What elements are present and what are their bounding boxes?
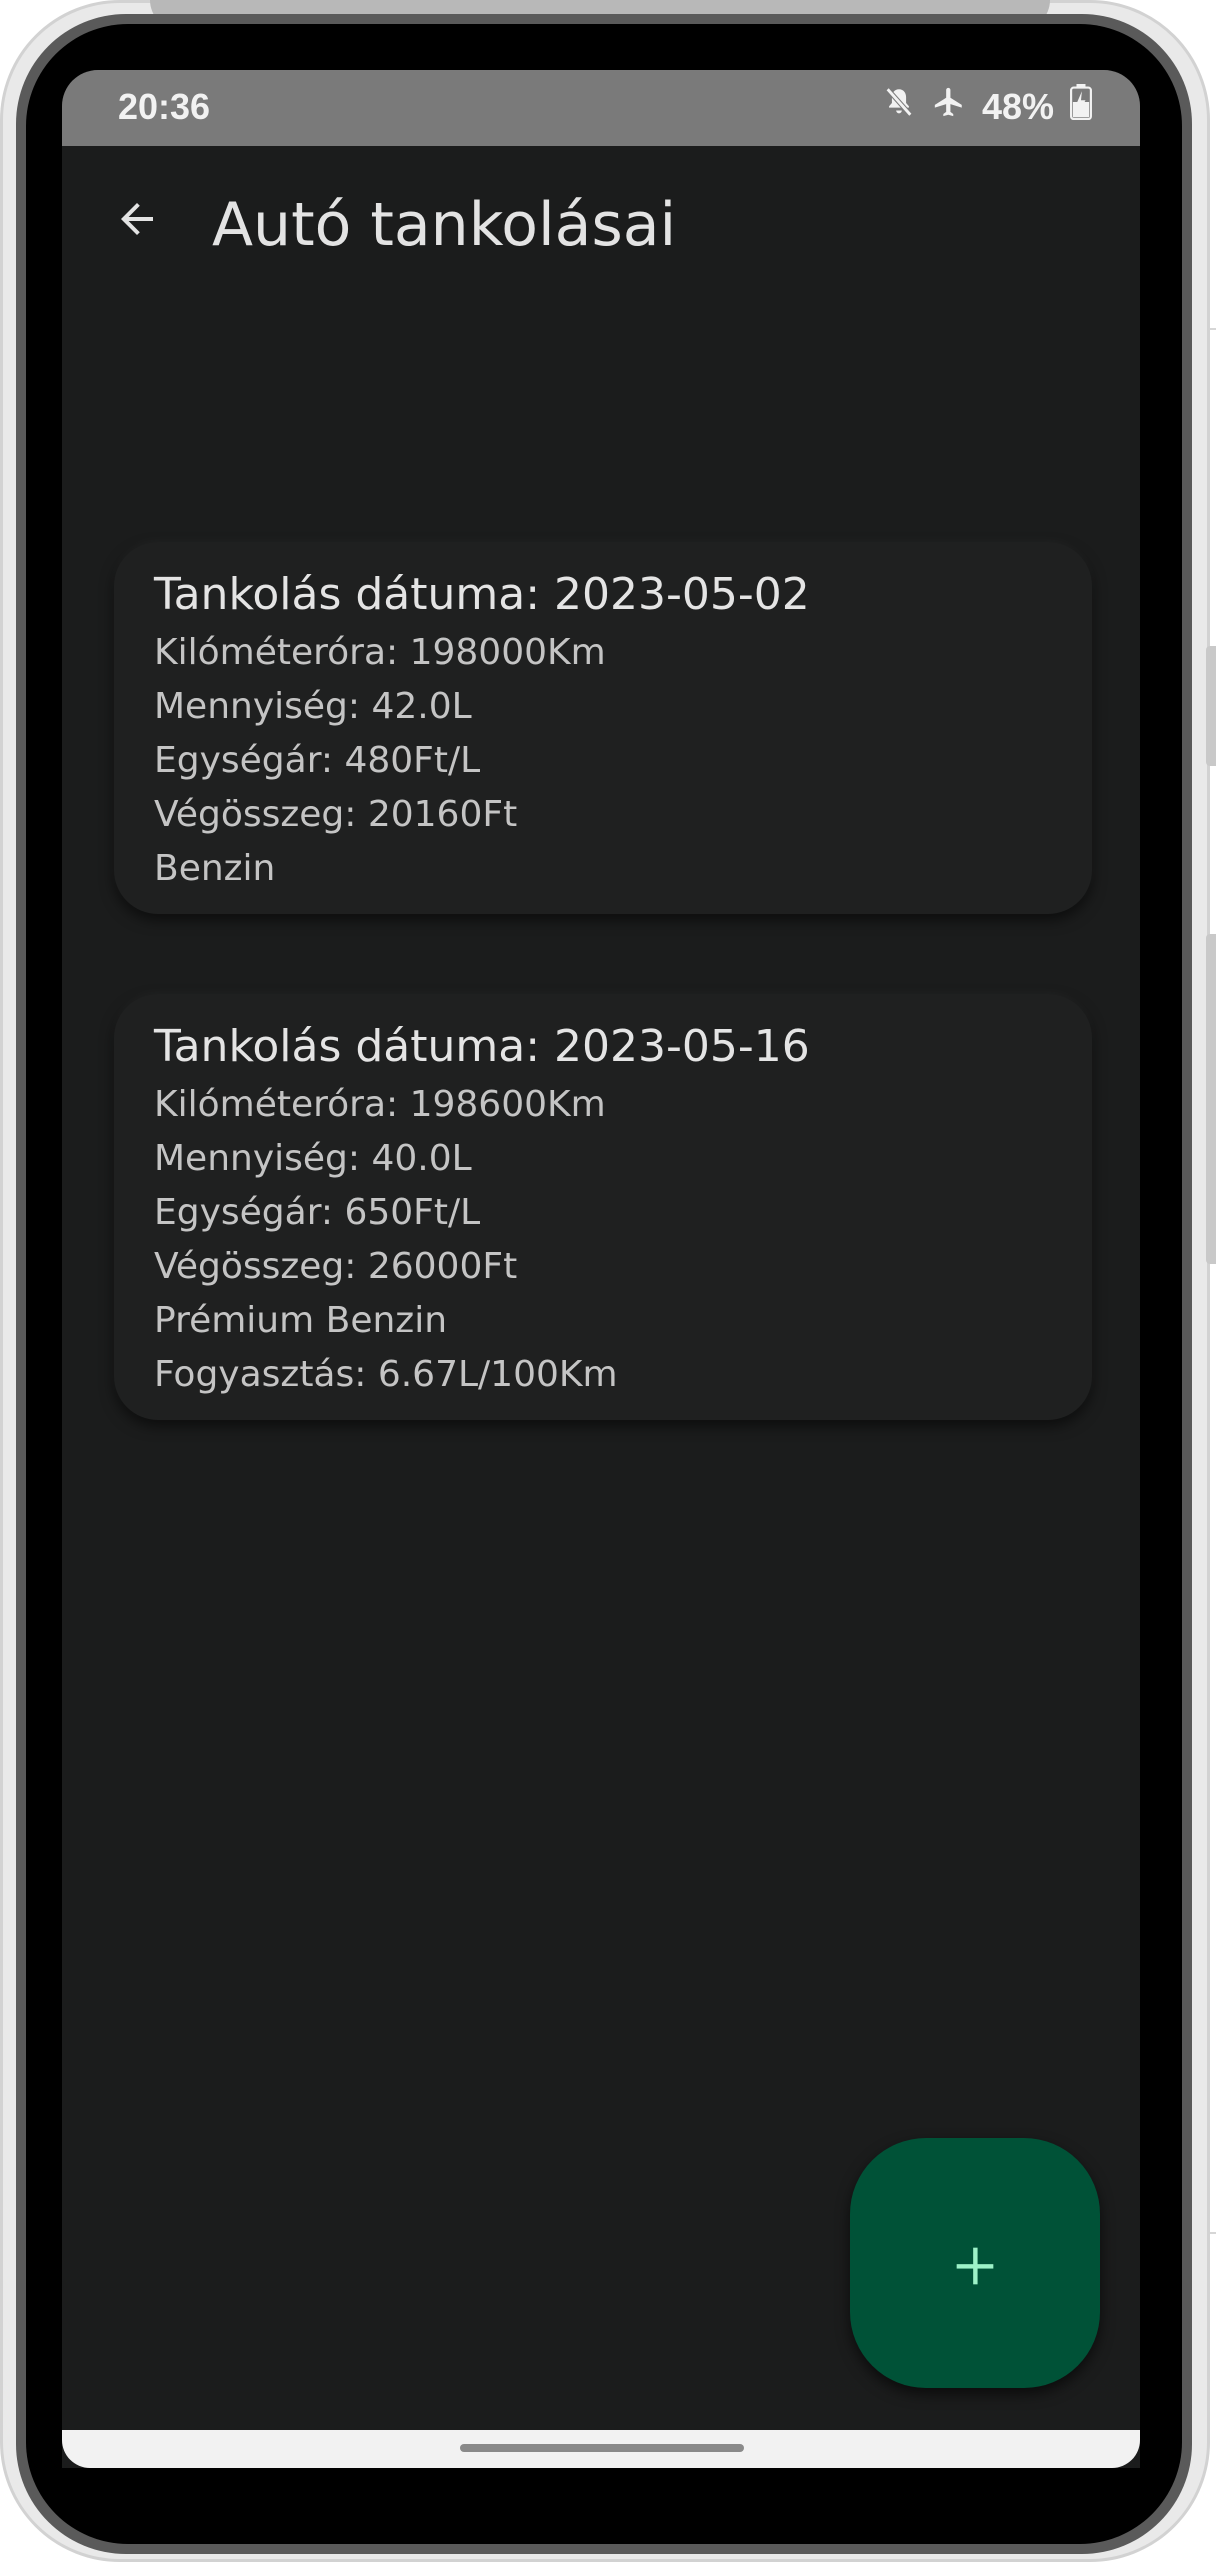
refuel-fuel-type: Benzin bbox=[154, 848, 276, 889]
airplane-icon bbox=[932, 85, 966, 128]
navigation-bar bbox=[62, 2430, 1140, 2468]
refuel-date: Tankolás dátuma: 2023-05-02 bbox=[154, 569, 810, 620]
phone-side-button bbox=[1206, 934, 1216, 1264]
refuel-card[interactable]: Tankolás dátuma: 2023-05-16 Kilóméteróra… bbox=[114, 994, 1092, 1420]
add-refuel-button[interactable] bbox=[850, 2138, 1100, 2388]
refuel-odometer: Kilóméteróra: 198600Km bbox=[154, 1084, 606, 1125]
plus-icon bbox=[953, 2221, 997, 2305]
phone-screen: 20:36 48% Autó tankolásai Tankolás dátum… bbox=[62, 70, 1140, 2468]
battery-percent: 48% bbox=[981, 85, 1054, 127]
refuel-date: Tankolás dátuma: 2023-05-16 bbox=[154, 1021, 810, 1072]
page-title: Autó tankolásai bbox=[212, 190, 677, 260]
refuel-amount: Mennyiség: 40.0L bbox=[154, 1138, 472, 1179]
home-indicator[interactable] bbox=[460, 2444, 744, 2452]
app-bar: Autó tankolásai bbox=[62, 146, 1140, 306]
refuel-unit-price: Egységár: 650Ft/L bbox=[154, 1192, 481, 1233]
refuel-total: Végösszeg: 26000Ft bbox=[154, 1246, 518, 1287]
status-time: 20:36 bbox=[118, 86, 211, 127]
status-bar: 20:36 48% bbox=[62, 70, 1140, 146]
refuel-unit-price: Egységár: 480Ft/L bbox=[154, 740, 481, 781]
refuel-card[interactable]: Tankolás dátuma: 2023-05-02 Kilóméteróra… bbox=[114, 542, 1092, 914]
refuel-odometer: Kilóméteróra: 198000Km bbox=[154, 632, 606, 673]
status-icons: 48% bbox=[882, 84, 1092, 129]
phone-side-button bbox=[1206, 646, 1216, 766]
refuel-total: Végösszeg: 20160Ft bbox=[154, 794, 518, 835]
refuel-amount: Mennyiség: 42.0L bbox=[154, 686, 472, 727]
battery-icon bbox=[1070, 84, 1092, 129]
mute-icon bbox=[882, 85, 916, 128]
refuel-fuel-type: Prémium Benzin bbox=[154, 1300, 448, 1341]
refuel-consumption: Fogyasztás: 6.67L/100Km bbox=[154, 1354, 618, 1395]
arrow-back-icon bbox=[113, 195, 161, 247]
back-button[interactable] bbox=[102, 186, 172, 256]
